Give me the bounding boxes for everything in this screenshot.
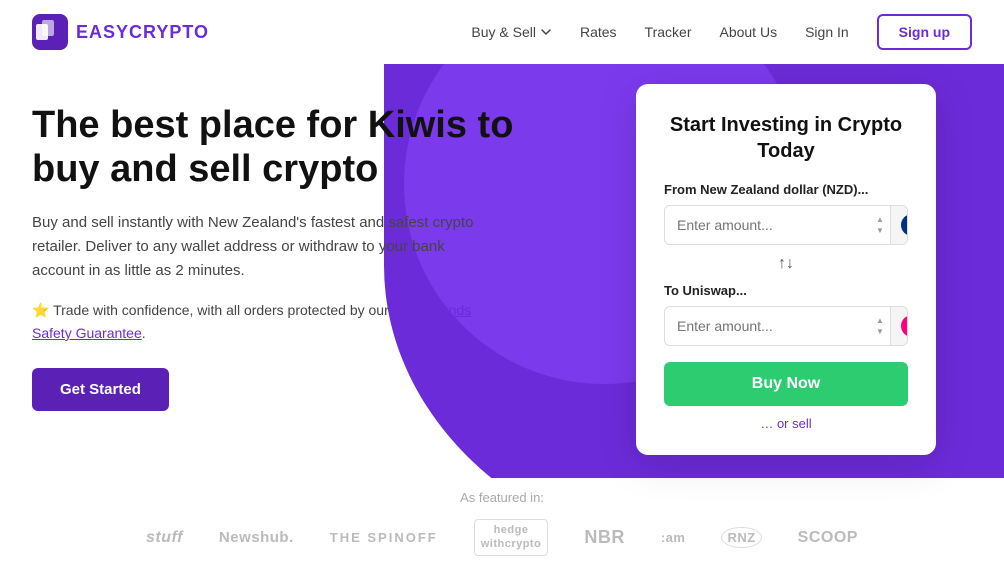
- hero-title: The best place for Kiwis to buy and sell…: [32, 104, 552, 191]
- stuff-logo: stuff: [146, 529, 183, 547]
- am-logo: :am: [661, 530, 686, 545]
- newshub-logo: Newshub.: [219, 529, 294, 546]
- star-icon: ⭐: [32, 302, 49, 318]
- or-sell-link[interactable]: … or sell: [664, 416, 908, 431]
- nav-about-us[interactable]: About Us: [719, 24, 777, 40]
- rnz-logo: RNZ: [721, 527, 761, 548]
- from-amount-row: ▲ ▼ NZD: [664, 205, 908, 245]
- nav-links: Buy & Sell Rates Tracker About Us Sign I…: [471, 14, 972, 50]
- to-amount-row: ▲ ▼ U UNI: [664, 306, 908, 346]
- to-currency-button[interactable]: U UNI: [890, 307, 908, 345]
- nbr-logo: NBR: [584, 527, 625, 548]
- featured-label: As featured in:: [460, 490, 544, 505]
- from-currency-button[interactable]: NZD: [890, 206, 908, 244]
- hero-trust: ⭐ Trade with confidence, with all orders…: [32, 299, 492, 344]
- from-label: From New Zealand dollar (NZD)...: [664, 182, 908, 197]
- nav-tracker[interactable]: Tracker: [645, 24, 692, 40]
- investment-card: Start Investing in Crypto Today From New…: [636, 84, 936, 455]
- to-amount-input[interactable]: [665, 308, 870, 344]
- to-spin-up-icon[interactable]: ▲: [876, 315, 884, 326]
- logo-icon: [32, 14, 68, 50]
- to-label: To Uniswap...: [664, 283, 908, 298]
- navbar: EASYCRYPTO Buy & Sell Rates Tracker Abou…: [0, 0, 1004, 64]
- spinoff-logo: THE SPINOFF: [330, 530, 438, 545]
- hero-content: The best place for Kiwis to buy and sell…: [32, 104, 552, 411]
- buy-now-button[interactable]: Buy Now: [664, 362, 908, 406]
- to-amount-spinners[interactable]: ▲ ▼: [870, 313, 890, 339]
- swap-arrows[interactable]: ↑↓: [664, 245, 908, 283]
- logo[interactable]: EASYCRYPTO: [32, 14, 209, 50]
- from-amount-input[interactable]: [665, 207, 870, 243]
- spin-down-icon[interactable]: ▼: [876, 225, 884, 236]
- logo-text: EASYCRYPTO: [76, 22, 209, 43]
- hero-description: Buy and sell instantly with New Zealand'…: [32, 211, 492, 283]
- featured-logos: stuff Newshub. THE SPINOFF hedgewithcryp…: [146, 519, 858, 555]
- nav-rates[interactable]: Rates: [580, 24, 617, 40]
- nzd-flag-icon: [901, 214, 908, 236]
- uni-flag-icon: U: [901, 315, 908, 337]
- scoop-logo: SCOOP: [798, 529, 858, 547]
- to-spin-down-icon[interactable]: ▼: [876, 326, 884, 337]
- hero-section: The best place for Kiwis to buy and sell…: [0, 64, 1004, 568]
- hedge-logo: hedgewithcrypto: [474, 519, 549, 555]
- nav-buy-sell[interactable]: Buy & Sell: [471, 24, 552, 40]
- nav-sign-up[interactable]: Sign up: [877, 14, 972, 50]
- get-started-button[interactable]: Get Started: [32, 368, 169, 411]
- amount-spinners[interactable]: ▲ ▼: [870, 212, 890, 238]
- spin-up-icon[interactable]: ▲: [876, 214, 884, 225]
- featured-section: As featured in: stuff Newshub. THE SPINO…: [0, 478, 1004, 568]
- nav-sign-in[interactable]: Sign In: [805, 24, 849, 40]
- card-title: Start Investing in Crypto Today: [664, 112, 908, 164]
